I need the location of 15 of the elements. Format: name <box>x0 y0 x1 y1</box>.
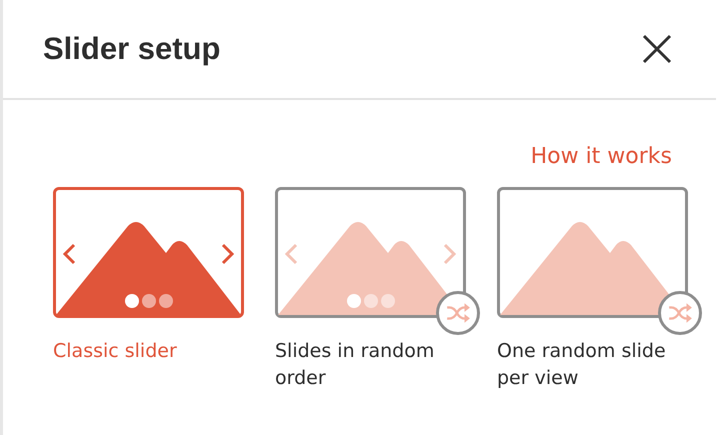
option-label: One random slide per view <box>497 339 667 391</box>
mountain-icon <box>56 222 241 315</box>
option-label: Slides in random order <box>275 339 436 391</box>
slider-option-card[interactable] <box>497 187 688 318</box>
slider-option-card[interactable] <box>53 187 244 318</box>
close-button[interactable] <box>642 34 672 64</box>
how-it-works-link[interactable]: How it works <box>530 144 672 169</box>
slider-option-card[interactable] <box>275 187 466 318</box>
close-icon <box>642 34 672 64</box>
dialog-title: Slider setup <box>43 31 220 67</box>
pagination-dots-icon <box>125 294 173 308</box>
shuffle-icon <box>658 291 702 335</box>
option-label: Classic slider <box>53 339 178 364</box>
shuffle-icon <box>436 291 480 335</box>
pagination-dots-icon <box>347 294 395 308</box>
